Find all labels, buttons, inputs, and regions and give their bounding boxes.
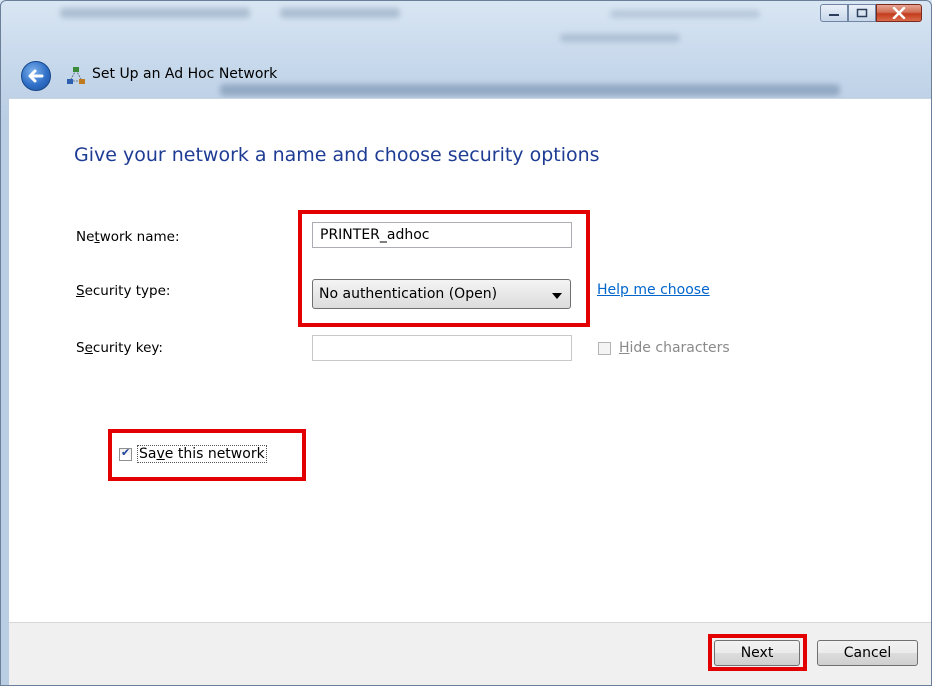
network-name-label-post: work name: (99, 229, 180, 245)
ad-hoc-network-window: Set Up an Ad Hoc Network Give your netwo… (0, 0, 932, 686)
close-button[interactable] (876, 4, 922, 22)
back-arrow-icon (28, 69, 44, 83)
network-name-label-pre: Ne (76, 229, 95, 245)
security-key-input[interactable] (312, 335, 572, 361)
cancel-button[interactable]: Cancel (817, 640, 918, 666)
minimize-icon (829, 14, 839, 16)
highlight-save-network (108, 429, 306, 481)
highlight-network-fields (298, 210, 590, 327)
security-type-label-post: ecurity type: (84, 283, 171, 299)
network-icon (67, 67, 85, 84)
minimize-button[interactable] (820, 4, 848, 22)
hide-characters-label-accel: H (619, 340, 630, 356)
highlight-next-button (708, 634, 807, 671)
window-title: Set Up an Ad Hoc Network (92, 66, 278, 82)
network-name-label: Network name: (76, 229, 180, 245)
hide-characters-label-post: ide characters (629, 340, 730, 356)
help-me-choose-link[interactable]: Help me choose (597, 282, 710, 298)
blurred-breadcrumb (60, 8, 250, 18)
hide-characters-label: Hide characters (619, 340, 730, 356)
close-icon (892, 7, 906, 19)
security-key-label-pre: S (76, 340, 85, 356)
blurred-breadcrumb (280, 8, 400, 18)
content-panel: Give your network a name and choose secu… (9, 98, 931, 622)
back-button[interactable] (21, 61, 51, 91)
page-heading: Give your network a name and choose secu… (74, 144, 600, 166)
security-key-label-accel: e (84, 340, 93, 356)
maximize-button[interactable] (848, 4, 876, 22)
window-controls (820, 4, 922, 22)
maximize-icon (856, 8, 868, 18)
blurred-address (610, 10, 760, 18)
security-type-label-accel: S (76, 283, 85, 299)
hide-characters-checkbox[interactable] (598, 342, 611, 355)
security-type-label: Security type: (76, 283, 170, 299)
security-key-label-post: curity key: (92, 340, 163, 356)
security-key-label: Security key: (76, 340, 163, 356)
blurred-address (560, 34, 680, 42)
blurred-banner (220, 84, 840, 96)
